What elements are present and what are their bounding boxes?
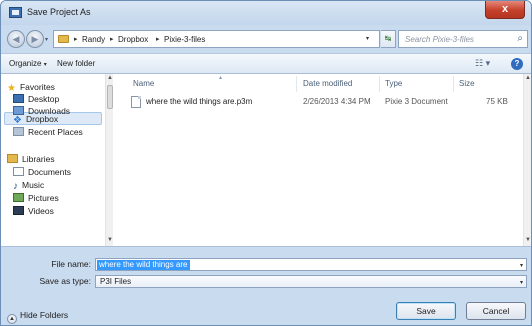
sidebar-item-dropbox[interactable]: ❖ Dropbox: [13, 114, 58, 126]
sidebar-item-label: Documents: [28, 167, 71, 177]
size-cell: 75 KB: [486, 97, 508, 106]
sidebar-item-label: Pictures: [28, 193, 59, 203]
pictures-icon: [13, 193, 24, 202]
forward-arrow-icon: ▶: [31, 34, 39, 44]
dropbox-icon: ❖: [13, 115, 22, 126]
sidebar-item-recent-places[interactable]: Recent Places: [13, 127, 83, 139]
breadcrumb-randy[interactable]: Randy: [82, 35, 105, 44]
chevron-down-icon: ▾: [43, 62, 47, 68]
sidebar-item-videos[interactable]: Videos: [13, 206, 54, 218]
organize-button[interactable]: Organize ▾: [9, 59, 47, 68]
videos-icon: [13, 206, 24, 215]
table-row[interactable]: where the wild things are.p3m 2/26/2013 …: [118, 94, 516, 110]
column-divider[interactable]: [296, 76, 297, 92]
help-icon[interactable]: ?: [511, 58, 523, 70]
scroll-down-icon[interactable]: ▼: [525, 237, 531, 243]
column-header-date-modified[interactable]: Date modified: [303, 79, 352, 88]
sidebar-item-label: Music: [22, 180, 45, 190]
file-list-scrollbar[interactable]: ▲ ▼: [523, 74, 531, 246]
sort-ascending-icon: ▴: [219, 75, 223, 81]
breadcrumb-separator-icon: ▸: [156, 36, 160, 43]
save-project-dialog: Save Project As x ◀ ▶ ▾ ▸ Randy ▸ Dropbo…: [0, 0, 532, 326]
column-divider[interactable]: [379, 76, 380, 92]
sidebar-item-desktop[interactable]: Desktop: [13, 94, 59, 106]
recent-places-icon: [13, 127, 24, 136]
back-button[interactable]: ◀: [7, 30, 25, 48]
sidebar-item-favorites[interactable]: ★ Favorites: [7, 82, 55, 94]
breadcrumb-dropbox[interactable]: Dropbox: [118, 35, 148, 44]
main-area: ★ Favorites Desktop Downloads ❖ Dropbox Re…: [1, 74, 531, 246]
folder-icon: [58, 35, 69, 43]
sidebar-item-music[interactable]: ♪ Music: [13, 180, 44, 192]
chevron-down-icon: ▾: [519, 280, 523, 286]
chevron-up-icon: ▲: [7, 314, 17, 324]
organize-label: Organize: [9, 59, 42, 68]
recent-locations-dropdown-icon[interactable]: ▾: [45, 36, 48, 43]
cancel-button[interactable]: Cancel: [466, 302, 526, 320]
chevron-down-icon[interactable]: ▾: [520, 262, 523, 269]
forward-button[interactable]: ▶: [26, 30, 44, 48]
address-dropdown-icon[interactable]: ▾: [366, 35, 369, 42]
sidebar-item-documents[interactable]: Documents: [13, 167, 71, 179]
column-header-type[interactable]: Type: [385, 79, 402, 88]
command-toolbar: Organize ▾ New folder ☷ ▾ ?: [1, 53, 531, 74]
column-header-name[interactable]: Name: [133, 79, 154, 88]
dialog-title: Save Project As: [27, 7, 91, 17]
app-icon: [9, 7, 22, 18]
sidebar-item-label: Desktop: [28, 94, 60, 104]
file-name-input[interactable]: where the wild things are ▾: [95, 258, 527, 271]
sidebar-item-label: Recent Places: [28, 127, 83, 137]
breadcrumb-separator-icon: ▸: [74, 36, 78, 43]
close-button[interactable]: x: [485, 1, 525, 19]
view-options-icon[interactable]: ☷ ▾: [475, 58, 490, 69]
title-bar[interactable]: Save Project As x: [1, 1, 531, 25]
save-as-type-label: Save as type:: [39, 276, 91, 286]
address-bar[interactable]: ▸ Randy ▸ Dropbox ▸ Pixie-3-files ▾: [53, 30, 380, 48]
breadcrumb-pixie-3-files[interactable]: Pixie-3-files: [164, 35, 205, 44]
column-divider[interactable]: [453, 76, 454, 92]
desktop-icon: [13, 94, 24, 103]
date-modified-cell: 2/26/2013 4:34 PM: [303, 97, 371, 106]
document-file-icon: [131, 96, 141, 108]
hide-folders-button[interactable]: ▲ Hide Folders: [7, 310, 68, 324]
libraries-icon: [7, 154, 18, 163]
file-name-label: File name:: [51, 259, 91, 269]
file-list: ▴ Name Date modified Type Size where the…: [113, 74, 531, 246]
close-icon: x: [501, 3, 509, 15]
sidebar-item-label: Dropbox: [25, 114, 59, 124]
refresh-icon: ↹: [384, 34, 392, 43]
breadcrumb-separator-icon: ▸: [110, 36, 114, 43]
save-as-type-value: P3I Files: [100, 277, 132, 286]
sidebar-scrollbar[interactable]: ▲ ▼: [105, 74, 113, 246]
file-name-cell: where the wild things are.p3m: [146, 97, 253, 106]
star-icon: ★: [7, 83, 16, 94]
back-arrow-icon: ◀: [12, 34, 20, 44]
save-form: File name: where the wild things are ▾ S…: [1, 246, 531, 325]
search-placeholder: Search Pixie-3-files: [405, 35, 474, 44]
scroll-up-icon[interactable]: ▲: [525, 75, 531, 81]
refresh-button[interactable]: ↹: [381, 30, 396, 48]
navigation-pane: ★ Favorites Desktop Downloads ❖ Dropbox Re…: [1, 74, 113, 246]
sidebar-item-label: Videos: [28, 206, 54, 216]
hide-folders-label: Hide Folders: [20, 310, 69, 320]
search-input[interactable]: Search Pixie-3-files ⌕: [398, 30, 528, 48]
sidebar-item-libraries[interactable]: Libraries: [7, 154, 55, 166]
sidebar-item-label: Favorites: [19, 82, 55, 92]
save-button[interactable]: Save: [396, 302, 456, 320]
sidebar-item-label: Libraries: [22, 154, 55, 164]
file-name-value[interactable]: where the wild things are: [97, 260, 190, 270]
documents-icon: [13, 167, 24, 176]
music-icon: ♪: [13, 181, 18, 192]
search-icon[interactable]: ⌕: [517, 33, 523, 44]
type-cell: Pixie 3 Document: [385, 97, 448, 106]
column-header-size[interactable]: Size: [459, 79, 475, 88]
navigation-bar: ◀ ▶ ▾ ▸ Randy ▸ Dropbox ▸ Pixie-3-files …: [1, 25, 531, 53]
new-folder-button[interactable]: New folder: [57, 59, 95, 68]
sidebar-item-pictures[interactable]: Pictures: [13, 193, 59, 205]
save-as-type-select[interactable]: P3I Files ▾: [95, 275, 527, 288]
